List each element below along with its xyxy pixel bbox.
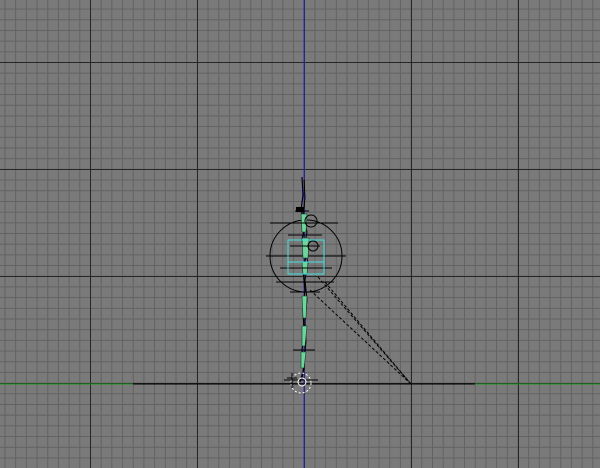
ground-pivot-marker[interactable]	[287, 372, 312, 394]
scene-canvas[interactable]	[0, 0, 600, 468]
head-bone-marker	[296, 207, 304, 212]
mesh-segment-thigh	[301, 295, 308, 319]
mesh-segment-foot	[300, 351, 307, 369]
3d-viewport[interactable]	[0, 0, 600, 468]
ik-target-dashed-lines	[309, 276, 412, 385]
